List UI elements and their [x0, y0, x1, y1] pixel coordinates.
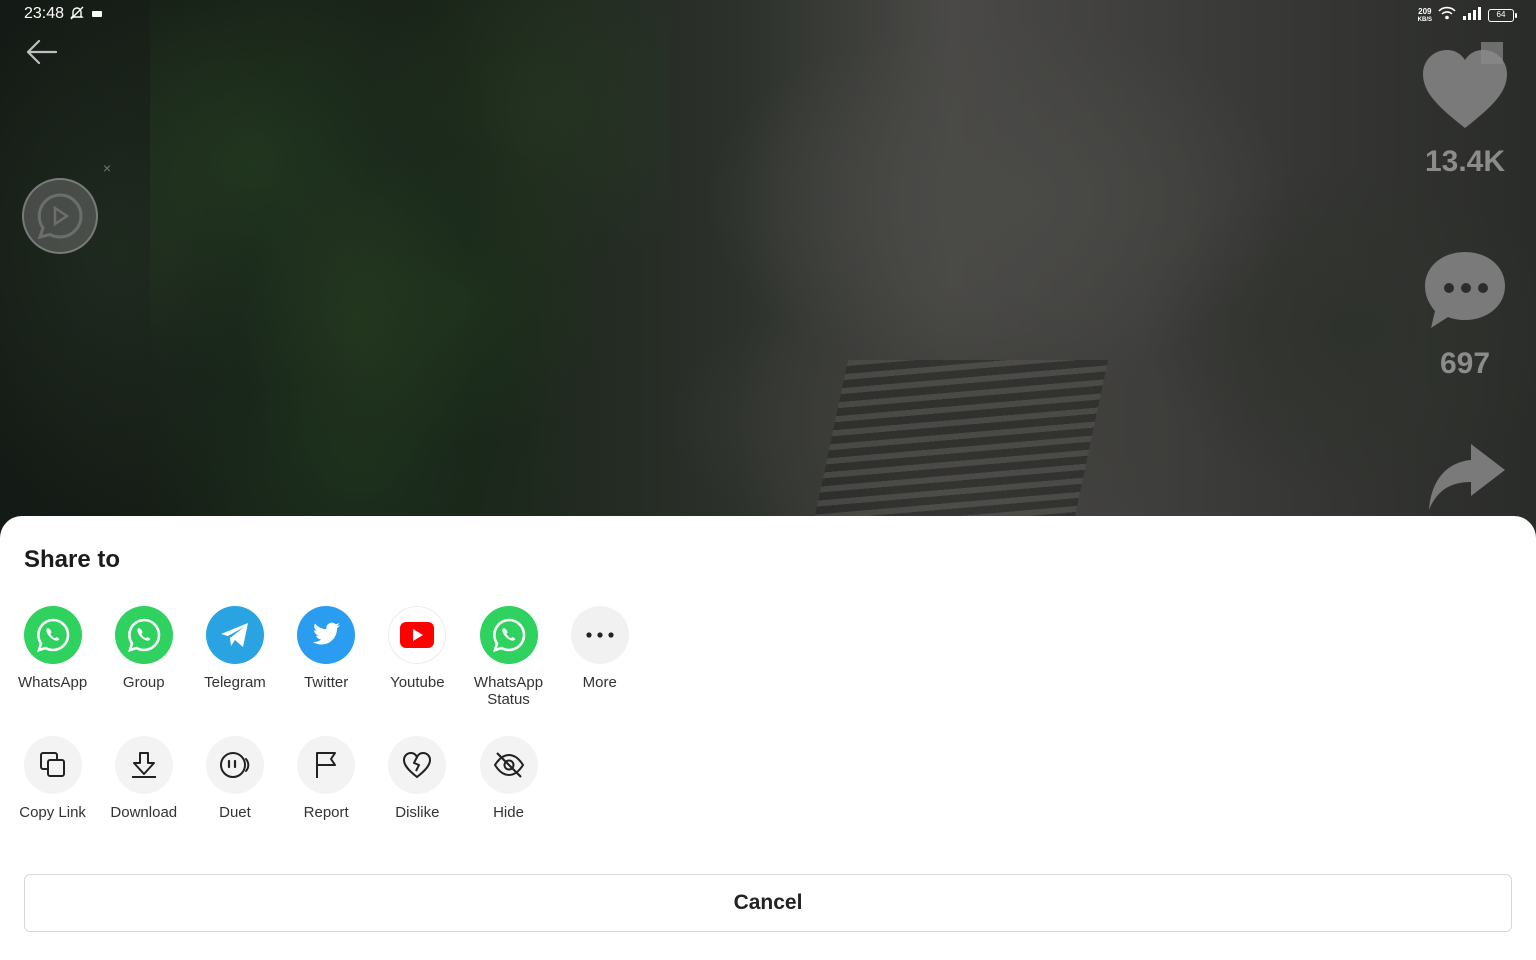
- share-whatsapp-label: WhatsApp: [17, 674, 88, 691]
- share-more-button[interactable]: More: [554, 606, 645, 708]
- eye-off-icon: [479, 736, 538, 794]
- hide-button[interactable]: Hide: [463, 736, 554, 821]
- status-time: 23:48: [24, 5, 65, 22]
- heart-icon: [1423, 42, 1507, 128]
- more-icon: [570, 606, 629, 664]
- share-sheet: Share to WhatsApp Group Telegram Twitter: [0, 516, 1536, 960]
- comment-control[interactable]: 697: [1410, 248, 1520, 381]
- wifi-icon: [1438, 6, 1456, 25]
- telegram-icon: [205, 606, 264, 664]
- share-group-button[interactable]: Group: [98, 606, 189, 708]
- share-whatsapp-status-button[interactable]: WhatsApp Status: [463, 606, 554, 708]
- like-count: 13.4K: [1424, 145, 1506, 178]
- network-speed: 209 KB/S: [1417, 6, 1432, 24]
- video-background[interactable]: [0, 0, 1536, 540]
- download-button[interactable]: Download: [98, 736, 189, 821]
- share-sheet-title: Share to: [24, 546, 121, 573]
- battery-icon: 64: [1488, 9, 1517, 22]
- floating-bubble-button[interactable]: [22, 178, 98, 254]
- notification-dot-icon: [92, 11, 102, 17]
- actions-row: Copy Link Download Duet Report Dislike H…: [7, 736, 554, 821]
- download-label: Download: [110, 804, 178, 821]
- duet-button[interactable]: Duet: [189, 736, 280, 821]
- copy-link-button[interactable]: Copy Link: [7, 736, 98, 821]
- share-youtube-button[interactable]: Youtube: [372, 606, 463, 708]
- whatsapp-icon: [23, 606, 82, 664]
- whatsapp-icon: [479, 606, 538, 664]
- network-speed-value: 209: [1418, 6, 1432, 16]
- dislike-button[interactable]: Dislike: [372, 736, 463, 821]
- like-control[interactable]: 13.4K: [1410, 40, 1520, 179]
- share-twitter-button[interactable]: Twitter: [281, 606, 372, 708]
- share-telegram-label: Telegram: [204, 674, 266, 691]
- network-speed-unit: KB/S: [1417, 16, 1432, 23]
- share-youtube-label: Youtube: [390, 674, 445, 691]
- share-twitter-label: Twitter: [304, 674, 349, 691]
- report-label: Report: [303, 804, 349, 821]
- share-more-label: More: [582, 674, 617, 691]
- close-bubble-icon[interactable]: ×: [103, 160, 111, 176]
- dislike-label: Dislike: [395, 804, 440, 821]
- download-icon: [114, 736, 173, 794]
- report-button[interactable]: Report: [281, 736, 372, 821]
- youtube-icon: [388, 606, 447, 664]
- hide-label: Hide: [493, 804, 524, 821]
- signal-icon: [1462, 6, 1482, 25]
- share-telegram-button[interactable]: Telegram: [189, 606, 280, 708]
- comment-bubble-icon: [1425, 252, 1505, 328]
- broken-heart-icon: [388, 736, 447, 794]
- copy-link-icon: [23, 736, 82, 794]
- whatsapp-icon: [114, 606, 173, 664]
- twitter-icon: [297, 606, 356, 664]
- duet-icon: [205, 736, 264, 794]
- cancel-button[interactable]: Cancel: [24, 874, 1512, 932]
- whatsapp-icon: [37, 193, 83, 240]
- arrow-left-icon: [26, 39, 57, 65]
- notifications-off-icon: [69, 5, 85, 26]
- flag-icon: [297, 736, 356, 794]
- status-bar: 23:48 209 KB/S 64: [0, 0, 1536, 30]
- comment-count: 697: [1439, 347, 1491, 380]
- duet-label: Duet: [219, 804, 251, 821]
- share-arrow-icon: [1429, 444, 1505, 510]
- stone-stairs: [811, 360, 1109, 530]
- share-whatsapp-button[interactable]: WhatsApp: [7, 606, 98, 708]
- share-whatsapp-status-label: WhatsApp Status: [473, 674, 544, 708]
- share-control[interactable]: [1410, 440, 1520, 521]
- share-group-label: Group: [122, 674, 165, 691]
- status-right: 209 KB/S 64: [1417, 6, 1517, 25]
- copy-link-label: Copy Link: [19, 804, 86, 821]
- back-button[interactable]: [22, 34, 60, 70]
- share-targets-row: WhatsApp Group Telegram Twitter Youtube: [7, 606, 645, 708]
- moss-texture: [150, 0, 670, 540]
